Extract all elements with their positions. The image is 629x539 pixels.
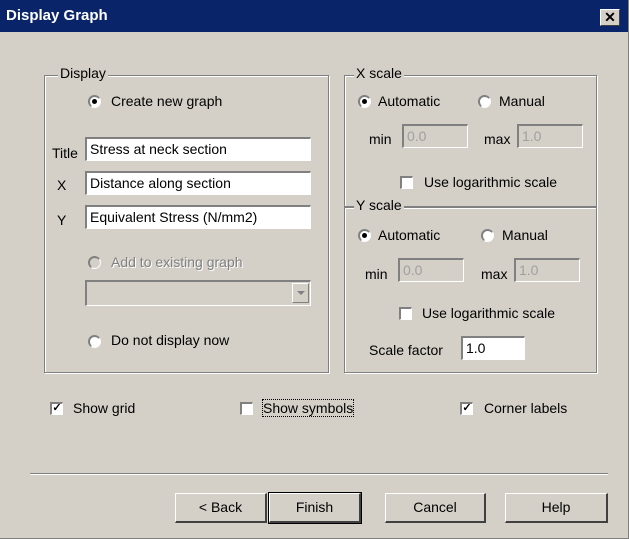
close-button[interactable]: ✕ xyxy=(600,9,620,26)
scale-factor-input[interactable]: 1.0 xyxy=(461,336,525,360)
graph-title-input[interactable]: Stress at neck section xyxy=(85,137,311,161)
help-button[interactable]: Help xyxy=(505,493,608,523)
close-icon: ✕ xyxy=(604,9,616,25)
y-axis-title-input[interactable]: Equivalent Stress (N/mm2) xyxy=(85,205,311,229)
y-scale-automatic-label[interactable]: Automatic xyxy=(378,227,440,243)
y-log-scale-checkbox[interactable] xyxy=(399,307,412,320)
x-scale-group-label: X scale xyxy=(354,65,404,81)
display-graph-dialog: Display Graph ✕ Display Create new graph… xyxy=(0,0,629,539)
chevron-down-icon xyxy=(297,291,305,295)
back-button[interactable]: < Back xyxy=(175,493,267,523)
x-field-label: X xyxy=(57,177,67,193)
x-max-label: max xyxy=(484,131,511,147)
existing-graph-select[interactable] xyxy=(85,280,311,306)
add-to-existing-label[interactable]: Add to existing graph xyxy=(111,254,243,270)
cancel-button[interactable]: Cancel xyxy=(385,493,486,523)
separator-line xyxy=(30,473,608,475)
create-new-graph-radio[interactable] xyxy=(88,95,101,108)
y-scale-group-label: Y scale xyxy=(354,197,404,213)
x-axis-title-input[interactable]: Distance along section xyxy=(85,171,311,195)
corner-labels-checkbox[interactable]: ✓ xyxy=(460,402,473,415)
x-scale-automatic-label[interactable]: Automatic xyxy=(378,93,440,109)
do-not-display-label[interactable]: Do not display now xyxy=(111,332,229,348)
add-to-existing-radio[interactable] xyxy=(88,256,101,269)
checkmark-icon: ✓ xyxy=(52,402,62,414)
x-log-scale-checkbox[interactable] xyxy=(400,176,413,189)
x-scale-manual-label[interactable]: Manual xyxy=(499,93,545,109)
show-symbols-checkbox[interactable] xyxy=(240,402,253,415)
y-log-scale-label[interactable]: Use logarithmic scale xyxy=(422,305,555,321)
show-symbols-label[interactable]: Show symbols xyxy=(261,399,355,417)
dialog-title: Display Graph xyxy=(6,7,108,24)
create-new-graph-label[interactable]: Create new graph xyxy=(111,93,222,109)
x-scale-manual-radio[interactable] xyxy=(478,95,491,108)
y-scale-manual-radio[interactable] xyxy=(481,229,494,242)
y-max-input[interactable]: 1.0 xyxy=(514,258,580,282)
x-min-input[interactable]: 0.0 xyxy=(402,124,468,148)
display-group-label: Display xyxy=(58,65,108,81)
y-min-input[interactable]: 0.0 xyxy=(398,258,464,282)
y-scale-automatic-radio[interactable] xyxy=(358,229,371,242)
y-scale-manual-label[interactable]: Manual xyxy=(502,227,548,243)
finish-button[interactable]: Finish xyxy=(268,492,362,524)
scale-factor-label: Scale factor xyxy=(369,342,443,358)
x-log-scale-label[interactable]: Use logarithmic scale xyxy=(424,174,557,190)
y-max-label: max xyxy=(481,266,508,282)
x-scale-automatic-radio[interactable] xyxy=(358,95,371,108)
show-grid-checkbox[interactable]: ✓ xyxy=(50,402,63,415)
x-min-label: min xyxy=(369,131,392,147)
title-bar: Display Graph ✕ xyxy=(0,0,628,32)
dropdown-button[interactable] xyxy=(292,283,309,303)
checkmark-icon: ✓ xyxy=(462,402,472,414)
title-field-label: Title xyxy=(52,145,78,161)
show-grid-label[interactable]: Show grid xyxy=(73,400,135,416)
y-field-label: Y xyxy=(57,212,67,228)
x-max-input[interactable]: 1.0 xyxy=(517,124,583,148)
y-min-label: min xyxy=(365,266,388,282)
do-not-display-radio[interactable] xyxy=(88,335,101,348)
corner-labels-label[interactable]: Corner labels xyxy=(484,400,567,416)
